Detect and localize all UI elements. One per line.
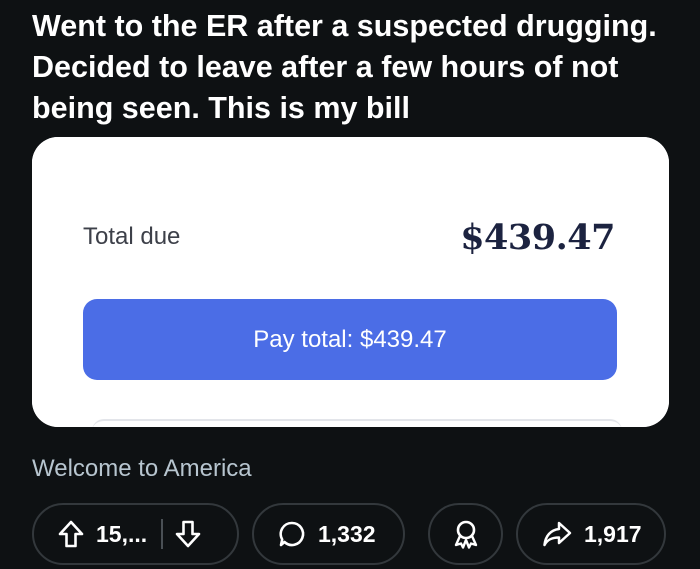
post-body-text: Welcome to America xyxy=(32,455,252,482)
next-card-edge xyxy=(92,419,622,427)
share-count: 1,917 xyxy=(584,520,642,547)
post: Went to the ER after a suspected druggin… xyxy=(0,0,700,569)
post-title[interactable]: Went to the ER after a suspected druggin… xyxy=(32,6,682,129)
upvote-count: 15,... xyxy=(96,520,148,547)
pay-total-button-label: Pay total: $439.47 xyxy=(253,325,447,353)
award-button[interactable] xyxy=(428,503,503,565)
comments-button[interactable]: 1,332 xyxy=(252,503,405,565)
upvote-arrow-icon[interactable] xyxy=(58,520,84,548)
total-due-amount: $439.47 xyxy=(460,217,615,258)
total-due-label: Total due xyxy=(83,223,181,250)
share-arrow-icon xyxy=(542,520,572,548)
comment-bubble-icon xyxy=(278,520,306,548)
vote-divider xyxy=(161,519,164,549)
vote-control: 15,... xyxy=(32,503,239,565)
share-button[interactable]: 1,917 xyxy=(516,503,666,565)
award-ribbon-icon xyxy=(452,519,480,549)
comment-count: 1,332 xyxy=(318,520,376,547)
downvote-arrow-icon[interactable] xyxy=(175,520,201,548)
post-image[interactable]: Total due $439.47 Pay total: $439.47 xyxy=(32,137,669,427)
pay-total-button: Pay total: $439.47 xyxy=(83,299,617,380)
bill-sheet: Total due $439.47 Pay total: $439.47 xyxy=(32,137,669,427)
